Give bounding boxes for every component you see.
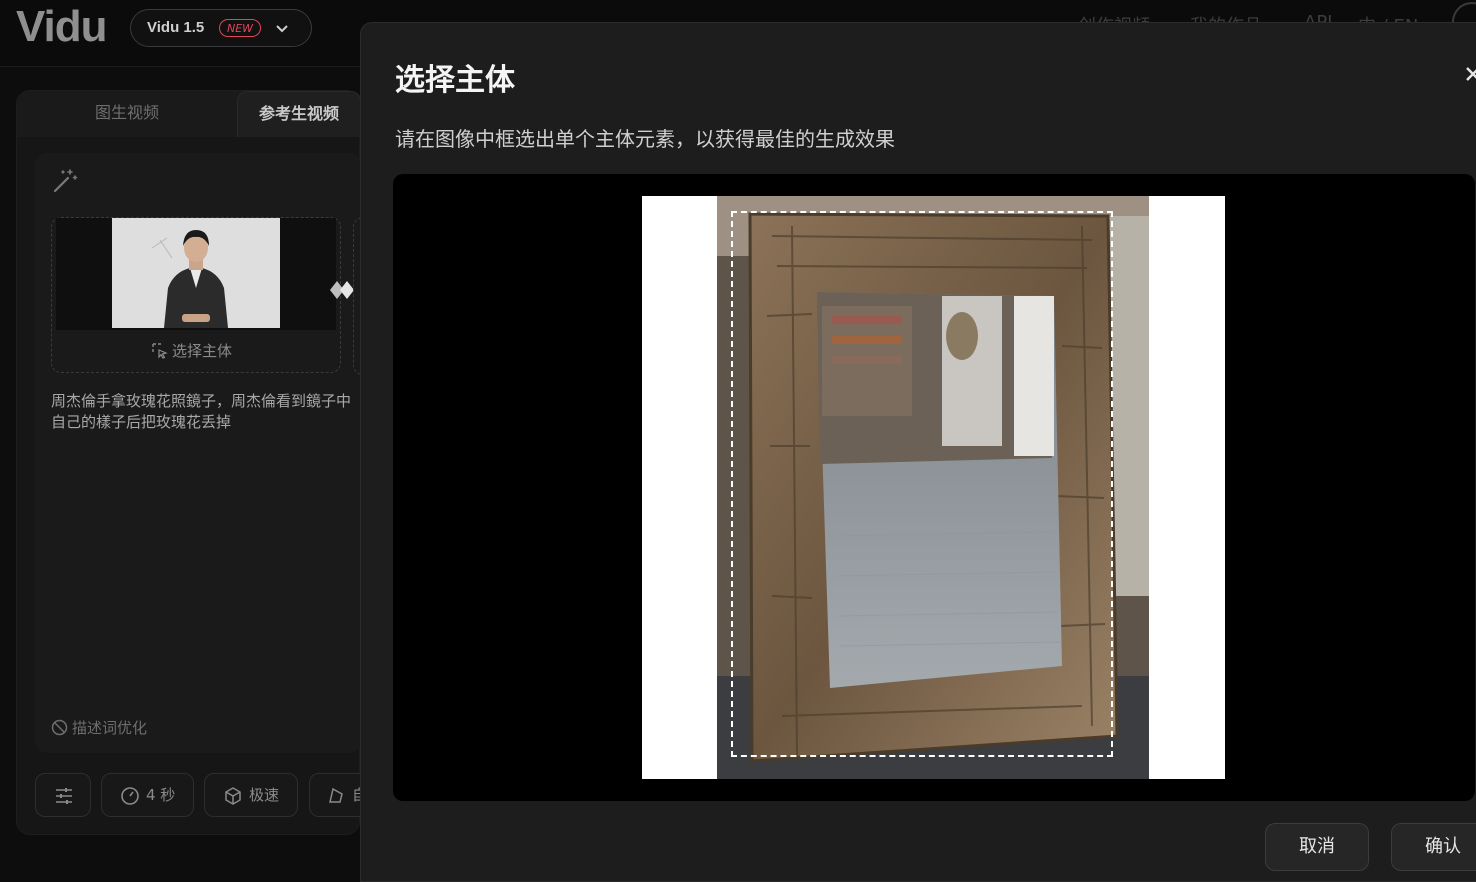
- optimize-label: 描述词优化: [72, 719, 148, 737]
- settings-button[interactable]: [35, 773, 91, 817]
- duration-chip[interactable]: 4 秒: [101, 773, 194, 817]
- reference-image-thumbnail: [112, 218, 280, 328]
- input-card: 选择主体 周杰倫手拿玫瑰花照鏡子，周杰倫看到鏡子中自己的樣子后把玫瑰花丢掉 描述…: [35, 153, 395, 753]
- speed-chip[interactable]: 极速: [204, 773, 298, 817]
- select-region-icon: [152, 343, 168, 359]
- prompt-optimize-toggle[interactable]: 描述词优化: [51, 717, 147, 738]
- mirror-photo: [642, 196, 1225, 779]
- duration-label: 4 秒: [146, 786, 176, 804]
- person-photo: [112, 218, 280, 328]
- tab-image-to-video[interactable]: 图生视频: [17, 91, 237, 137]
- confirm-button[interactable]: 确认: [1391, 823, 1476, 871]
- dialog-title: 选择主体: [395, 63, 515, 98]
- sliders-icon: [56, 788, 72, 804]
- cube-icon: [225, 787, 241, 805]
- subject-image[interactable]: [642, 196, 1225, 779]
- dialog-description: 请在图像中框选出单个主体元素，以获得最佳的生成效果: [395, 127, 895, 151]
- logo[interactable]: Vidu: [16, 2, 108, 52]
- model-selector[interactable]: Vidu 1.5 NEW: [130, 9, 312, 47]
- prompt-text[interactable]: 周杰倫手拿玫瑰花照鏡子，周杰倫看到鏡子中自己的樣子后把玫瑰花丢掉: [51, 391, 361, 433]
- chevron-down-icon: [276, 25, 288, 33]
- close-icon[interactable]: [1461, 61, 1476, 87]
- image-canvas[interactable]: [393, 174, 1475, 801]
- select-subject-dialog: 选择主体 请在图像中框选出单个主体元素，以获得最佳的生成效果 取消 确认: [360, 22, 1476, 882]
- clock-icon: [121, 787, 139, 805]
- select-subject-button[interactable]: 选择主体: [152, 340, 232, 361]
- select-subject-label: 选择主体: [172, 342, 233, 360]
- new-badge: NEW: [219, 19, 262, 37]
- model-name: Vidu 1.5: [147, 19, 205, 36]
- ban-icon: [51, 719, 68, 736]
- magic-wand-icon[interactable]: [51, 167, 79, 195]
- mode-tabs: 图生视频 参考生视频: [17, 91, 361, 137]
- tab-reference-to-video[interactable]: 参考生视频: [237, 91, 361, 137]
- cancel-button[interactable]: 取消: [1265, 823, 1369, 871]
- speed-label: 极速: [249, 786, 280, 804]
- aspect-icon: [329, 787, 343, 803]
- reference-image-slot[interactable]: 选择主体: [51, 217, 341, 373]
- create-panel: 图生视频 参考生视频 选择主体 周杰倫手拿玫瑰花照鏡子，周杰倫看到鏡子中自己的樣…: [16, 90, 395, 835]
